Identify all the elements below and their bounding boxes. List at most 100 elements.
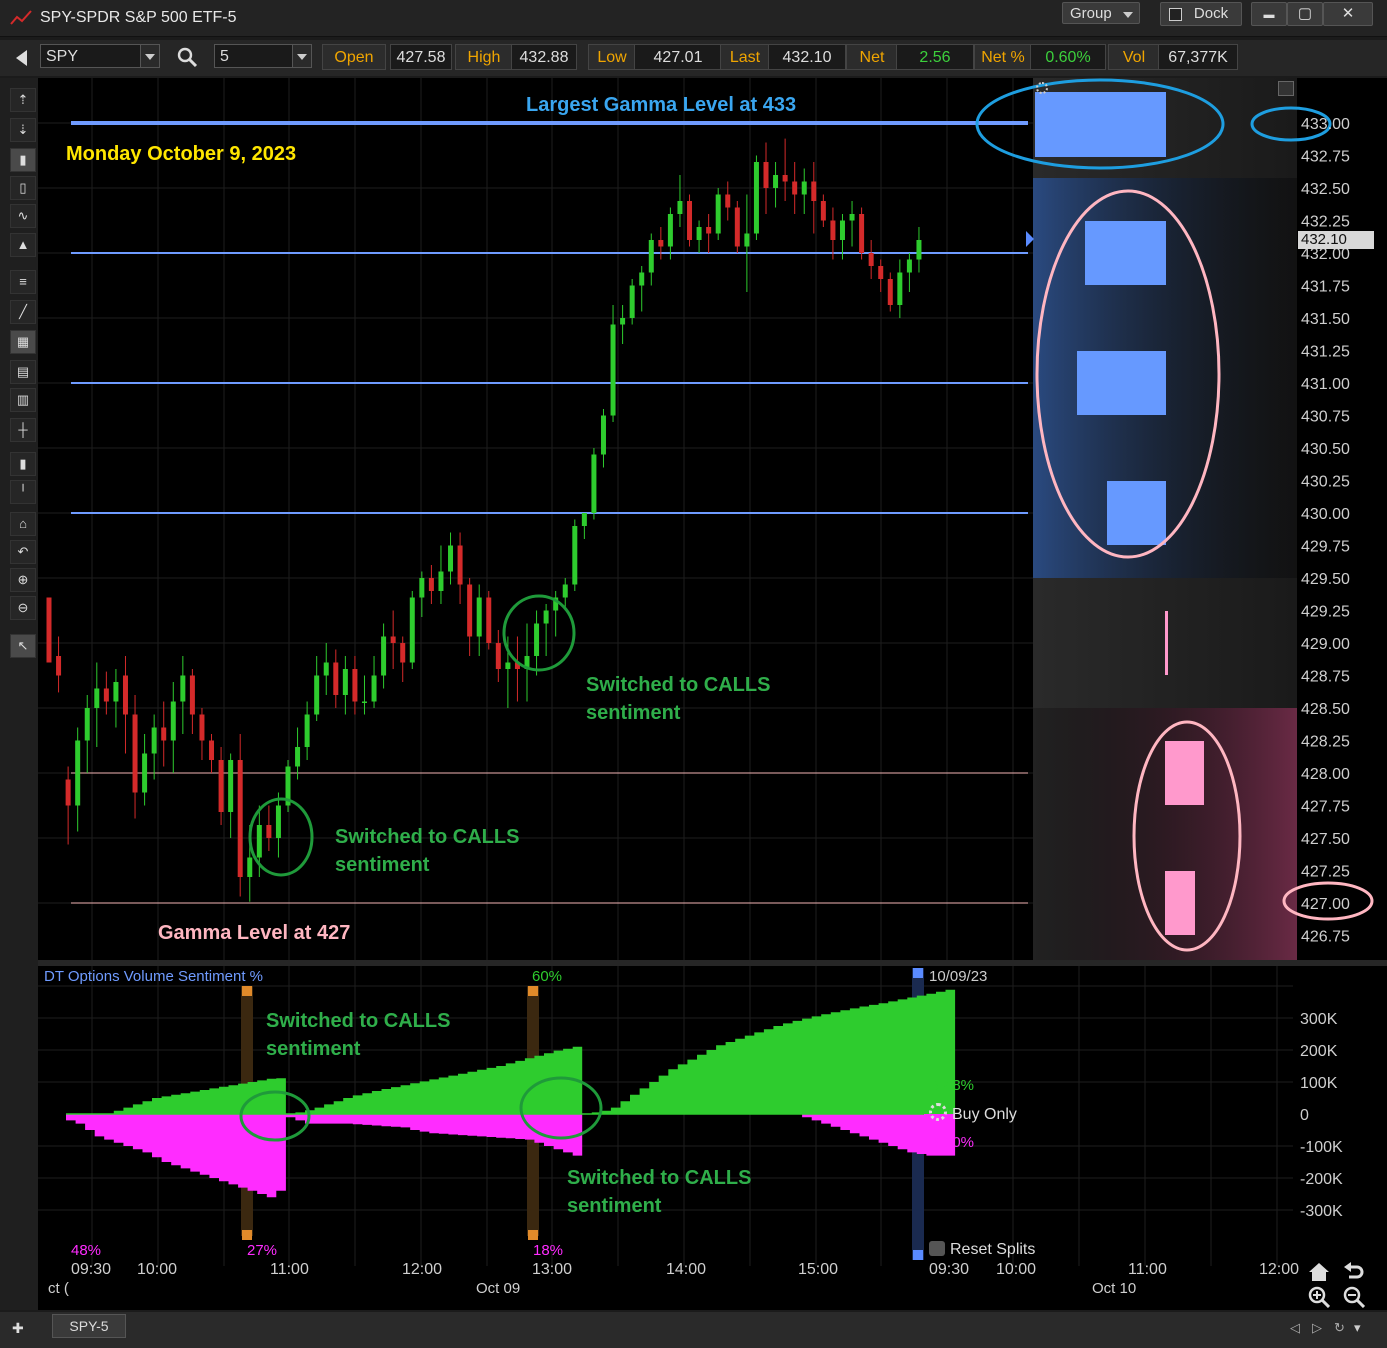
minimize-icon: ▬ (1263, 9, 1275, 21)
annotation-calls-a-line2: sentiment (266, 1038, 361, 1060)
crosshair-icon[interactable]: ⇣ (10, 118, 36, 142)
group-dropdown[interactable]: Group (1062, 2, 1140, 24)
price-tick-label: 430.50 (1301, 441, 1350, 458)
sentiment-chart-svg[interactable]: 300K 200K 100K 0 -100K -200K -300K (38, 966, 1387, 1310)
price-chart-svg[interactable]: 433.00432.75432.50432.25432.00431.75431.… (38, 78, 1387, 960)
candle (610, 305, 616, 422)
candle (180, 656, 186, 734)
add-tab-icon[interactable]: ✚ (12, 1320, 24, 1337)
gear-icon[interactable] (1036, 82, 1048, 94)
time-tick-label: 15:00 (798, 1261, 839, 1278)
price-tick-label: 430.25 (1301, 474, 1350, 491)
chevron-down-icon[interactable] (292, 45, 311, 67)
candle (467, 578, 473, 656)
split-marker-handle[interactable] (242, 986, 252, 996)
quote-label-net: Net (846, 44, 898, 70)
candle-body (811, 181, 817, 201)
sentiment-tick-label: -300K (1300, 1203, 1343, 1220)
session-handle[interactable] (913, 968, 923, 978)
zoom-out-icon[interactable] (1343, 1286, 1366, 1309)
buy-only-button[interactable]: Buy Only (929, 1103, 1017, 1124)
chevron-down-icon[interactable] (140, 45, 159, 67)
zoom-in-icon[interactable] (1308, 1286, 1331, 1309)
candle (763, 142, 769, 214)
candle (734, 201, 740, 253)
candle-body (467, 584, 473, 637)
quote-value-net: 0.60% (1030, 44, 1106, 70)
refresh-icon[interactable]: ↻ (1334, 1320, 1345, 1336)
dock-button[interactable]: Dock (1160, 2, 1242, 26)
candle (696, 220, 702, 253)
reset-splits-button[interactable]: Reset Splits (929, 1241, 1035, 1259)
price-tick-label: 429.50 (1301, 571, 1350, 588)
undo-icon[interactable]: ↶ (10, 540, 36, 564)
candle-body (428, 578, 434, 591)
interval-select[interactable]: 5 (214, 44, 312, 68)
pointer-icon[interactable]: ↖ (10, 634, 36, 658)
plus-bar-icon[interactable]: ▮ (10, 452, 36, 476)
zoom-out-icon[interactable]: ⊖ (10, 596, 36, 620)
candle (314, 656, 320, 721)
sentiment-chart[interactable]: 300K 200K 100K 0 -100K -200K -300K DT Options … (38, 966, 1387, 1310)
undo-icon[interactable] (1343, 1262, 1365, 1282)
trendline-icon[interactable]: ╱ (10, 300, 36, 324)
candle-body (476, 597, 482, 637)
annotation-largest-gamma: Largest Gamma Level at 433 (526, 94, 797, 116)
chart-toolbar: SPY 5 Open 427.58 High 432.88 Low 427.01 Last 4… (0, 40, 1387, 76)
sentiment-tick-label: 0 (1300, 1107, 1309, 1124)
tab-list-icon[interactable]: ▾ (1354, 1320, 1361, 1336)
b-pink-label: B-30% (929, 1134, 975, 1151)
price-tick-label: 431.00 (1301, 376, 1350, 393)
mountain-icon[interactable]: ▲ (10, 233, 36, 257)
chevron-down-icon (1123, 12, 1133, 18)
minimize-button[interactable]: ▬ (1251, 2, 1287, 26)
candle-body (342, 669, 348, 695)
maximize-button[interactable]: ▢ (1287, 2, 1323, 26)
search-icon[interactable] (176, 46, 200, 70)
price-tick-label: 427.75 (1301, 799, 1350, 816)
grid-icon[interactable]: ▦ (10, 330, 36, 354)
line-icon[interactable]: ∿ (10, 204, 36, 228)
table-icon[interactable]: ▤ (10, 360, 36, 384)
candle-body (782, 175, 788, 182)
candle (132, 695, 138, 819)
scroll-right-icon[interactable]: ▷ (1312, 1320, 1322, 1336)
split-marker-handle[interactable] (242, 1230, 252, 1240)
home-icon[interactable] (1308, 1262, 1330, 1282)
tab-spy-5[interactable]: SPY-5 (52, 1314, 126, 1338)
candle-body (792, 181, 798, 195)
candle-body (897, 272, 903, 305)
session-handle[interactable] (913, 1250, 923, 1260)
close-button[interactable]: ✕ (1323, 2, 1373, 26)
chart-menu-icon[interactable] (1278, 81, 1294, 96)
price-tick-label: 428.00 (1301, 766, 1350, 783)
sentiment-area-puts (66, 1114, 956, 1198)
candle-body (161, 727, 167, 741)
minus-bar-icon[interactable]: ╵ (10, 480, 36, 504)
annotation-calls-b-line2: sentiment (567, 1195, 662, 1217)
sentiment-axis: 300K 200K 100K 0 -100K -200K -300K (1300, 1011, 1343, 1220)
quote-value-high: 432.88 (511, 44, 577, 70)
cursor-icon[interactable]: ⇡ (10, 88, 36, 112)
candle-icon[interactable]: ▮ (10, 148, 36, 172)
price-chart[interactable]: 433.00 432.75 432.50 432.25 432.00 431.75 431.… (38, 78, 1387, 960)
table2-icon[interactable]: ▥ (10, 388, 36, 412)
candle (285, 760, 291, 812)
candle (56, 636, 62, 693)
candle-body (763, 162, 769, 188)
symbol-select[interactable]: SPY (40, 44, 160, 68)
split-marker-handle[interactable] (528, 986, 538, 996)
candle-body (620, 318, 626, 325)
bar-icon[interactable]: ▯ (10, 176, 36, 200)
quote-label-low: Low (588, 44, 636, 70)
split-marker-handle[interactable] (528, 1230, 538, 1240)
price-tick-label: 427.25 (1301, 864, 1350, 881)
annotation-calls-b-line1: Switched to CALLS (567, 1167, 752, 1189)
home-icon[interactable]: ⌂ (10, 512, 36, 536)
zoom-in-icon[interactable]: ⊕ (10, 568, 36, 592)
collapse-arrow-icon[interactable] (16, 50, 27, 66)
scroll-left-icon[interactable]: ◁ (1290, 1320, 1300, 1336)
vline-icon[interactable]: ┼ (10, 418, 36, 442)
gamma-volume-bar (1107, 481, 1166, 545)
hline-icon[interactable]: ≡ (10, 270, 36, 294)
